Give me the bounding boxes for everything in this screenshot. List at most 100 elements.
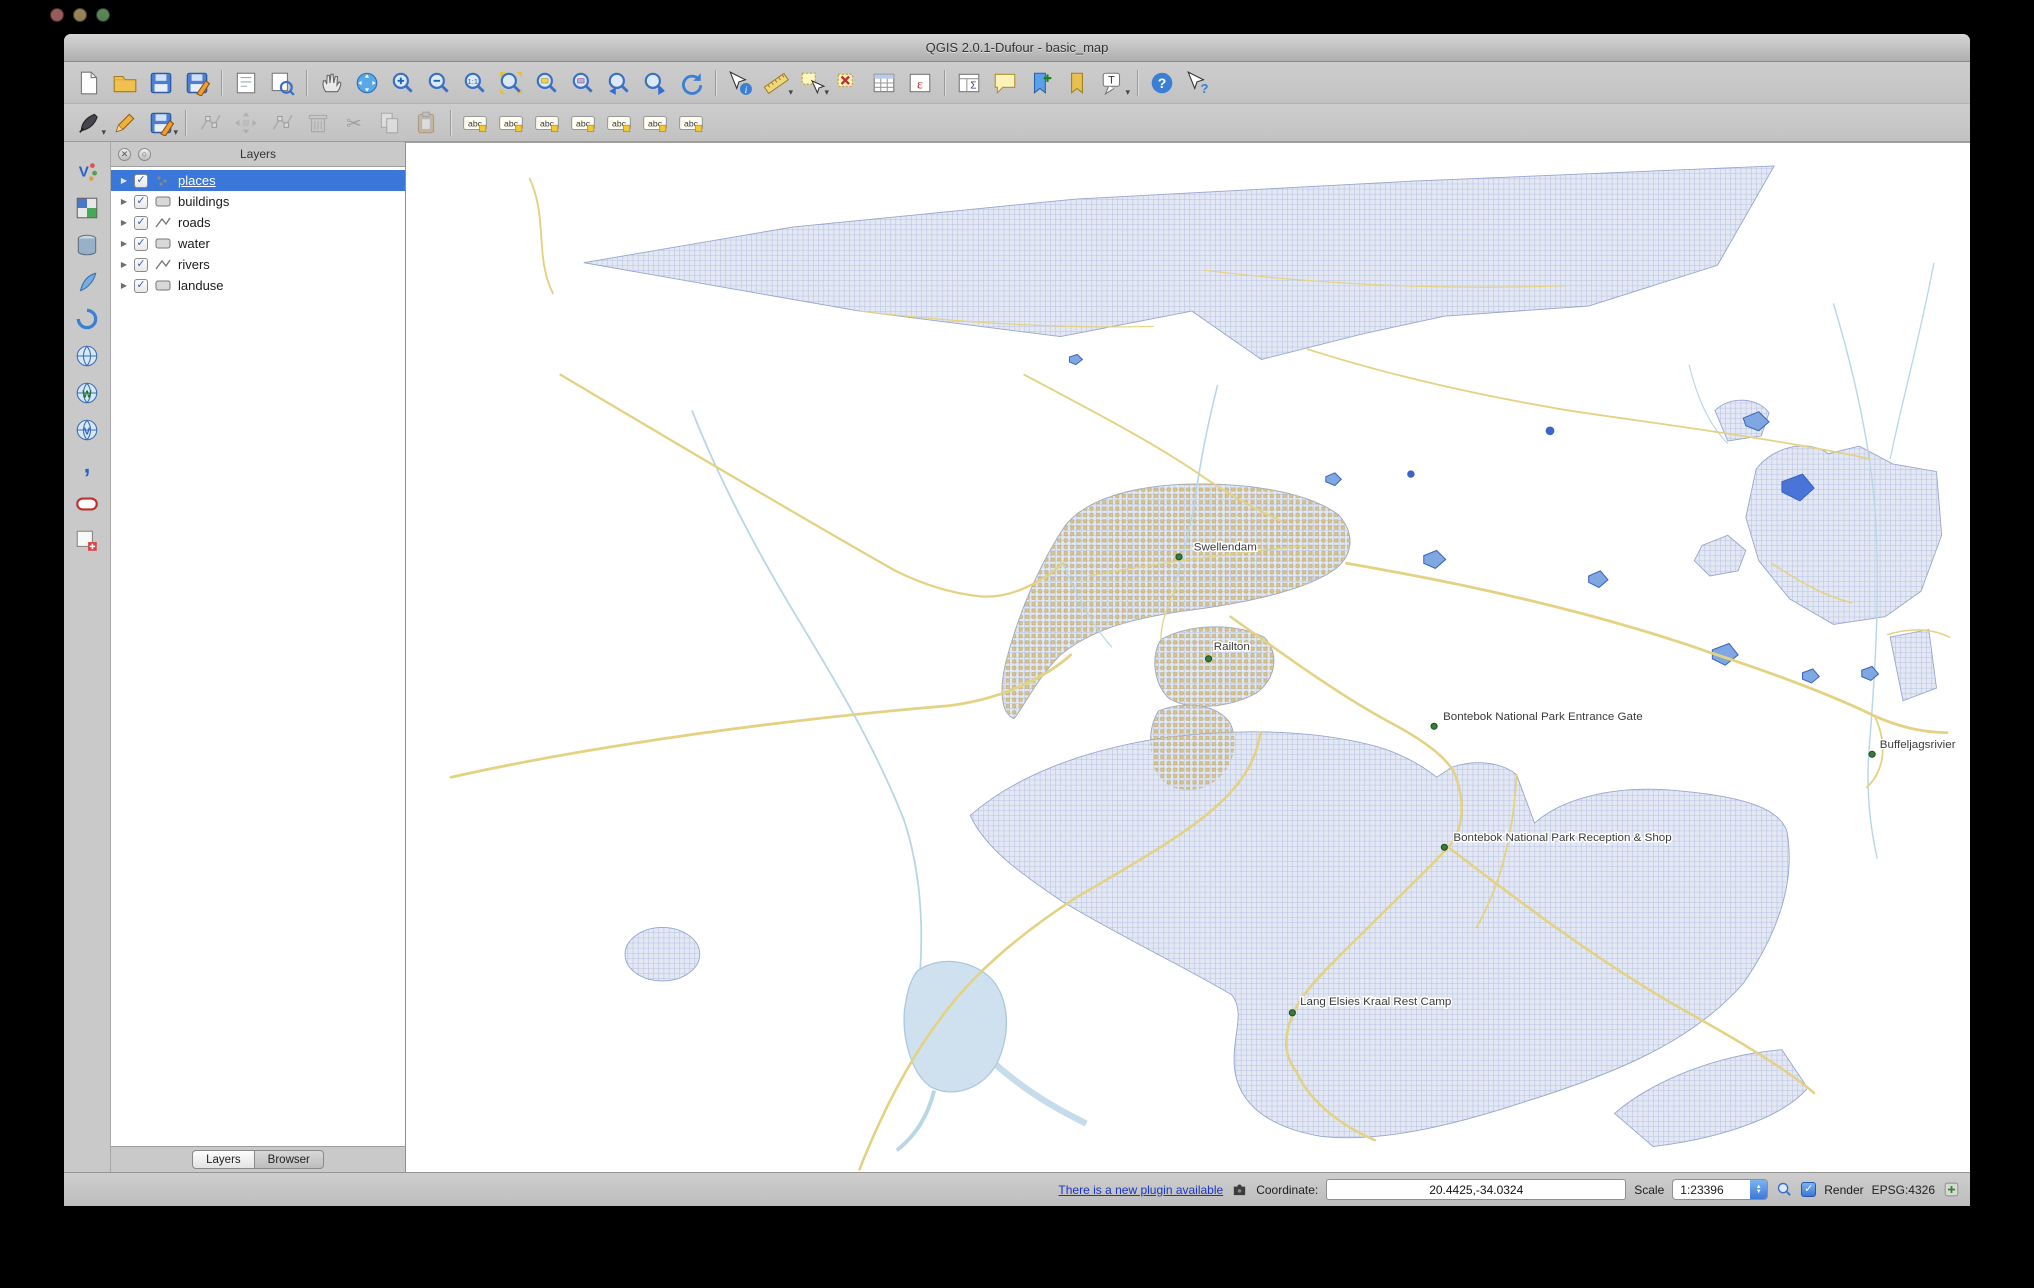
expand-arrow-icon[interactable]: ▶ bbox=[119, 281, 129, 290]
layer-checkbox[interactable]: ✓ bbox=[134, 215, 148, 230]
layer-label: water bbox=[178, 236, 210, 251]
add-postgis-layer-icon[interactable] bbox=[71, 230, 103, 260]
save-project-as-icon[interactable] bbox=[180, 67, 214, 99]
window-title: QGIS 2.0.1-Dufour - basic_map bbox=[925, 40, 1109, 55]
scale-combo[interactable]: 1:23396 ▲ ▼ bbox=[1672, 1179, 1769, 1200]
pan-map-icon[interactable] bbox=[314, 67, 348, 99]
layer-item-places[interactable]: ▶ ✓ places bbox=[111, 170, 405, 191]
label-properties-icon[interactable] bbox=[674, 107, 708, 139]
layer-checkbox[interactable]: ✓ bbox=[134, 173, 148, 188]
help-icon[interactable] bbox=[1145, 67, 1179, 99]
expand-arrow-icon[interactable]: ▶ bbox=[119, 218, 129, 227]
label-show-hide-icon[interactable] bbox=[638, 107, 672, 139]
add-spatialite-layer-icon[interactable] bbox=[71, 267, 103, 297]
render-label: Render bbox=[1824, 1182, 1864, 1197]
deselect-features-icon[interactable] bbox=[831, 67, 865, 99]
add-mssql-layer-icon[interactable] bbox=[71, 304, 103, 334]
layer-line-icon bbox=[153, 216, 173, 230]
label-pin-unpin-icon[interactable] bbox=[566, 107, 600, 139]
zoom-out-icon[interactable] bbox=[422, 67, 456, 99]
field-calculator-icon[interactable] bbox=[903, 67, 937, 99]
map-canvas[interactable]: Swellendam Railton Bontebok National Par… bbox=[406, 142, 1970, 1172]
composer-manager-icon[interactable] bbox=[265, 67, 299, 99]
render-checkbox[interactable]: ✓ bbox=[1801, 1182, 1817, 1197]
layer-item-buildings[interactable]: ▶ ✓ buildings bbox=[111, 191, 405, 212]
add-wcs-layer-icon[interactable] bbox=[71, 378, 103, 408]
plugin-available-link[interactable]: There is a new plugin available bbox=[1058, 1183, 1223, 1197]
layers-panel-title: Layers bbox=[239, 147, 277, 161]
toolbar-separator bbox=[715, 69, 716, 96]
zoom-to-layer-icon[interactable] bbox=[566, 67, 600, 99]
qgis-window: QGIS 2.0.1-Dufour - basic_map ▾ ▾ ▾ ▾ ▾ ✕ ○… bbox=[64, 34, 1970, 1206]
place-label: Bontebok National Park Reception & Shop bbox=[1453, 832, 1671, 844]
add-wms-layer-icon[interactable] bbox=[71, 341, 103, 371]
label-rotate-icon[interactable] bbox=[530, 107, 564, 139]
add-wfs-layer-icon[interactable] bbox=[71, 415, 103, 445]
zoom-to-selection-icon[interactable] bbox=[530, 67, 564, 99]
layer-item-rivers[interactable]: ▶ ✓ rivers bbox=[111, 254, 405, 275]
map-tips-icon[interactable] bbox=[988, 67, 1022, 99]
attribute-table-icon[interactable] bbox=[867, 67, 901, 99]
new-shapefile-icon[interactable] bbox=[71, 526, 103, 556]
identify-icon[interactable] bbox=[723, 67, 757, 99]
zoom-next-icon[interactable] bbox=[638, 67, 672, 99]
toggle-editing-icon[interactable] bbox=[108, 107, 142, 139]
minimize-window-button[interactable] bbox=[73, 8, 87, 22]
place-point bbox=[1430, 722, 1438, 730]
show-bookmarks-icon[interactable] bbox=[1060, 67, 1094, 99]
digitizing-label-toolbar: ▾ ▾ bbox=[64, 104, 1970, 142]
zoom-full-icon[interactable] bbox=[494, 67, 528, 99]
tab-browser[interactable]: Browser bbox=[253, 1150, 324, 1169]
tab-layers[interactable]: Layers bbox=[192, 1150, 254, 1169]
add-vector-layer-icon[interactable] bbox=[71, 156, 103, 186]
statistical-summary-icon[interactable] bbox=[952, 67, 986, 99]
pan-to-selection-icon[interactable] bbox=[350, 67, 384, 99]
new-bookmark-icon[interactable] bbox=[1024, 67, 1058, 99]
coordinate-input[interactable] bbox=[1326, 1179, 1627, 1200]
layer-item-roads[interactable]: ▶ ✓ roads bbox=[111, 212, 405, 233]
add-raster-layer-icon[interactable] bbox=[71, 193, 103, 223]
layer-item-landuse[interactable]: ▶ ✓ landuse bbox=[111, 275, 405, 296]
scale-magnifier-icon[interactable] bbox=[1776, 1181, 1793, 1198]
layer-checkbox[interactable]: ✓ bbox=[134, 257, 148, 272]
expand-arrow-icon[interactable]: ▶ bbox=[119, 239, 129, 248]
place-point bbox=[1175, 553, 1183, 561]
crs-status-icon[interactable] bbox=[1943, 1181, 1960, 1198]
label-highlight-icon[interactable] bbox=[602, 107, 636, 139]
label-move-icon[interactable] bbox=[494, 107, 528, 139]
window-controls bbox=[50, 8, 110, 22]
save-edits-icon[interactable]: ▾ bbox=[144, 107, 178, 139]
layer-item-water[interactable]: ▶ ✓ water bbox=[111, 233, 405, 254]
add-oracle-layer-icon[interactable] bbox=[71, 489, 103, 519]
close-window-button[interactable] bbox=[50, 8, 64, 22]
zoom-window-button[interactable] bbox=[96, 8, 110, 22]
layer-labeling-icon[interactable] bbox=[458, 107, 492, 139]
layer-checkbox[interactable]: ✓ bbox=[134, 236, 148, 251]
titlebar[interactable]: QGIS 2.0.1-Dufour - basic_map bbox=[64, 34, 1970, 62]
open-project-icon[interactable] bbox=[108, 67, 142, 99]
add-delimited-text-icon[interactable] bbox=[71, 452, 103, 482]
refresh-icon[interactable] bbox=[674, 67, 708, 99]
desktop: QGIS 2.0.1-Dufour - basic_map ▾ ▾ ▾ ▾ ▾ ✕ ○… bbox=[0, 0, 2034, 1288]
expand-arrow-icon[interactable]: ▶ bbox=[119, 260, 129, 269]
place-point bbox=[1288, 1009, 1296, 1017]
zoom-in-icon[interactable] bbox=[386, 67, 420, 99]
new-composer-icon[interactable] bbox=[229, 67, 263, 99]
expand-arrow-icon[interactable]: ▶ bbox=[119, 197, 129, 206]
text-annotation-icon[interactable]: ▾ bbox=[1096, 67, 1130, 99]
plugin-icon[interactable] bbox=[1231, 1181, 1248, 1198]
select-features-icon[interactable]: ▾ bbox=[795, 67, 829, 99]
layer-checkbox[interactable]: ✓ bbox=[134, 278, 148, 293]
current-edits-icon[interactable]: ▾ bbox=[72, 107, 106, 139]
zoom-last-icon[interactable] bbox=[602, 67, 636, 99]
zoom-native-icon[interactable] bbox=[458, 67, 492, 99]
whats-this-icon[interactable] bbox=[1181, 67, 1215, 99]
new-project-icon[interactable] bbox=[72, 67, 106, 99]
place-label: Lang Elsies Kraal Rest Camp bbox=[1300, 996, 1451, 1008]
save-project-icon[interactable] bbox=[144, 67, 178, 99]
measure-icon[interactable]: ▾ bbox=[759, 67, 793, 99]
expand-arrow-icon[interactable]: ▶ bbox=[119, 176, 129, 185]
copy-features-icon bbox=[373, 107, 407, 139]
layer-checkbox[interactable]: ✓ bbox=[134, 194, 148, 209]
layer-polygon-icon bbox=[153, 237, 173, 251]
